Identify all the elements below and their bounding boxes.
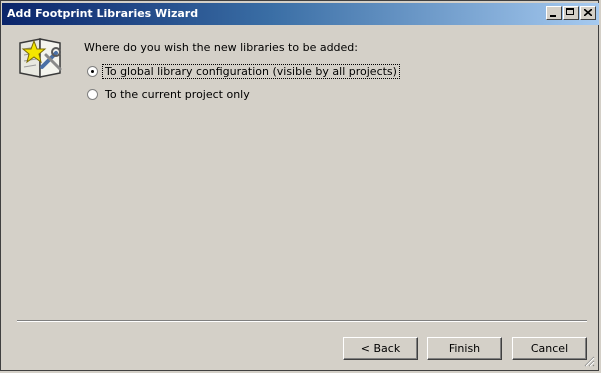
resize-grip-icon[interactable] bbox=[584, 356, 595, 367]
option-global-label[interactable]: To global library configuration (visible… bbox=[102, 63, 400, 79]
minimize-button[interactable] bbox=[546, 6, 562, 20]
radio-global[interactable] bbox=[87, 65, 98, 77]
back-button[interactable]: < Back bbox=[343, 337, 418, 360]
close-icon bbox=[584, 9, 592, 16]
wizard-window: Add Footprint Libraries Wizard Where do … bbox=[0, 0, 599, 371]
option-global-library[interactable]: To global library configuration (visible… bbox=[87, 63, 400, 79]
wizard-book-icon bbox=[19, 38, 62, 78]
option-project-label[interactable]: To the current project only bbox=[103, 88, 252, 101]
finish-button[interactable]: Finish bbox=[427, 337, 502, 360]
cancel-button[interactable]: Cancel bbox=[512, 337, 587, 360]
window-title: Add Footprint Libraries Wizard bbox=[7, 7, 199, 20]
close-button[interactable] bbox=[580, 6, 596, 20]
title-bar[interactable]: Add Footprint Libraries Wizard bbox=[2, 3, 599, 25]
footer-separator bbox=[17, 320, 587, 322]
radio-project[interactable] bbox=[87, 88, 98, 100]
option-project-library[interactable]: To the current project only bbox=[87, 86, 252, 102]
question-label: Where do you wish the new libraries to b… bbox=[84, 41, 358, 54]
maximize-button[interactable] bbox=[563, 6, 579, 20]
